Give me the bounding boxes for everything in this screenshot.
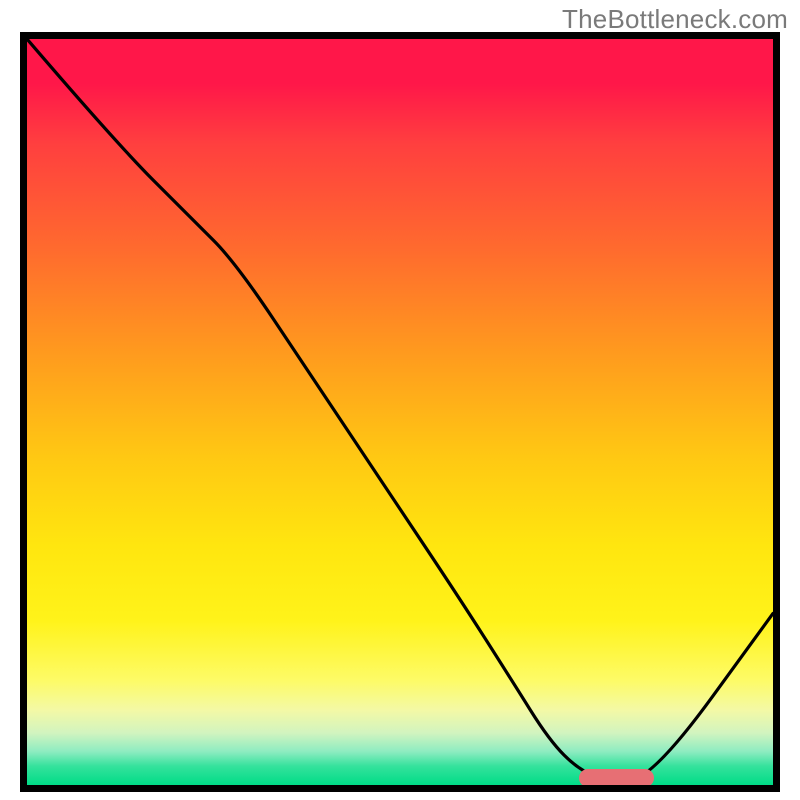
plot-area xyxy=(20,32,780,792)
chart-container: TheBottleneck.com xyxy=(0,0,800,800)
bottleneck-curve-path xyxy=(27,39,773,780)
optimal-marker xyxy=(579,769,654,787)
watermark-text: TheBottleneck.com xyxy=(562,4,788,35)
curve-svg xyxy=(27,39,773,785)
